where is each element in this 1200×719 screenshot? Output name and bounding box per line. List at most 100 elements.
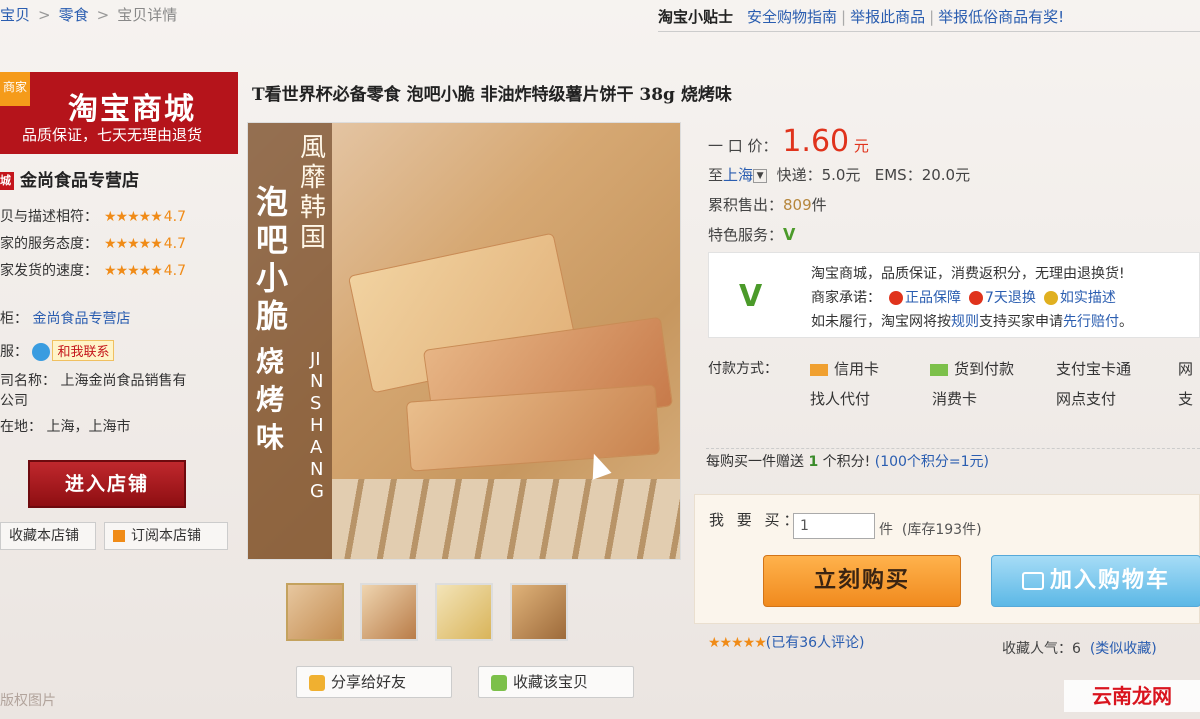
promise-label: 商家承诺： <box>811 290 881 306</box>
mall-badge-icon: 城 <box>0 172 14 190</box>
price-label: 一 口 价： <box>708 137 778 155</box>
breadcrumb-item-detail: 宝贝详情 <box>117 6 178 24</box>
rating-score: 4.7 <box>163 236 187 252</box>
guarantee-box: ᐯ 淘宝商城，品质保证，消费返积分，无理由退换货! 商家承诺： 正品保障 7天退换如… <box>708 252 1200 338</box>
tmall-slogan: 品质保证，七天无理由退货 <box>22 126 203 144</box>
reviews-link[interactable]: (已有36人评论) <box>766 635 865 651</box>
tips-link-report-vulgar[interactable]: 举报低俗商品有奖! <box>938 8 1064 26</box>
pay-other: 支 <box>1178 390 1194 408</box>
rating-service: 家的服务态度： ★★★★★ 4.7 <box>0 233 186 253</box>
rating-stars-icon: ★★★★★ <box>104 236 163 252</box>
describe-icon <box>1043 291 1058 305</box>
pay-cod: 货到付款 <box>930 358 1014 379</box>
rating-shipping: 家发货的速度： ★★★★★ 4.7 <box>0 260 186 280</box>
guarantee-line-2: 商家承诺： 正品保障 7天退换 如实描述 <box>811 287 1116 307</box>
pay-proxy: 找人代付 <box>810 390 871 408</box>
reviews-row: ★★★★★(已有36人评论) <box>708 632 865 652</box>
image-name-text: 泡吧小脆 <box>256 183 289 335</box>
quantity-input[interactable] <box>793 513 875 539</box>
sold-label: 累积售出： <box>708 196 784 214</box>
breadcrumb-separator: > <box>38 6 51 24</box>
favorite-store-button[interactable]: 收藏本店铺 <box>0 522 96 550</box>
add-to-cart-button[interactable]: 加入购物车 <box>991 555 1200 607</box>
rating-score: 4.7 <box>163 209 187 225</box>
guarantee-hands-icon: ᐯ <box>739 279 763 314</box>
product-main-image[interactable]: 風靡韩国 泡吧小脆 烧烤味 JINSHANG <box>247 122 681 560</box>
rating-stars-icon: ★★★★★ <box>104 209 163 225</box>
merchant-ribbon: 商家 <box>0 72 30 106</box>
site-watermark: 云南龙网 <box>1064 680 1200 712</box>
cod-icon <box>930 363 948 376</box>
purchase-box: 我 要 买： 件 (库存193件) 立刻购买 加入购物车 <box>694 494 1200 624</box>
promise-describe[interactable]: 如实描述 <box>1043 290 1116 306</box>
company-row: 司名称： 上海金尚食品销售有 公司 <box>0 370 186 410</box>
product-title: T看世界杯必备零食 泡吧小脆 非油炸特级薯片饼干 38g 烧烤味 <box>252 85 732 105</box>
store-name[interactable]: 城金尚食品专营店 <box>0 166 139 191</box>
shop-link[interactable]: 金尚食品专营店 <box>32 311 130 327</box>
breadcrumb-item-snacks[interactable]: 零食 <box>59 6 89 24</box>
tips-link-safe-shopping[interactable]: 安全购物指南 <box>747 8 837 26</box>
credit-card-icon <box>810 363 828 376</box>
location-label: 在地： <box>0 419 42 435</box>
points-note: (100个积分=1元) <box>874 454 990 470</box>
pay-online: 网 <box>1178 360 1194 378</box>
ship-to-label: 至 <box>708 166 724 184</box>
share-icon <box>309 674 325 691</box>
advance-compensation-link[interactable]: 先行赔付 <box>1063 314 1119 330</box>
pay-alipay-card: 支付宝卡通 <box>1056 360 1132 378</box>
share-label: 分享给好友 <box>331 673 407 691</box>
location-value: 上海，上海市 <box>46 419 131 435</box>
tips-bar: 淘宝小贴士 安全购物指南 | 举报此商品 | 举报低俗商品有奖! <box>658 6 1200 32</box>
thumbnail-4[interactable] <box>510 583 568 641</box>
contact-label: 服： <box>0 344 28 360</box>
service-row: 特色服务：ᐯ <box>708 224 805 245</box>
price-row: 一 口 价： 1.60 元 <box>708 124 869 159</box>
ship-to-select[interactable]: 上海 <box>723 166 753 184</box>
store-panel: 商家 淘宝商城 品质保证，七天无理由退货 城金尚食品专营店 贝与描述相符： ★★★… <box>0 72 238 562</box>
chevron-down-icon[interactable]: ▼ <box>753 168 768 183</box>
price-value: 1.60 <box>782 124 850 159</box>
share-button[interactable]: 分享给好友 <box>296 666 452 698</box>
similar-favorites-link[interactable]: (类似收藏) <box>1090 641 1157 657</box>
shop-label: 柜： <box>0 311 28 327</box>
points-count: 1 <box>808 454 819 470</box>
breadcrumb-separator: > <box>96 6 110 24</box>
fav-count: 6 <box>1072 641 1081 657</box>
quantity-label: 我 要 买： <box>709 511 803 529</box>
promise-genuine[interactable]: 正品保障 <box>889 290 961 306</box>
enter-store-button[interactable]: 进入店铺 <box>28 460 186 508</box>
fav-label: 收藏人气： <box>1002 641 1072 657</box>
bamboo-mat <box>332 479 680 559</box>
thumbnail-2[interactable] <box>360 583 418 641</box>
company-value: 上海金尚食品销售有 <box>60 373 187 389</box>
breadcrumb-item-baobei[interactable]: 宝贝 <box>0 6 30 24</box>
contact-button[interactable]: 和我联系 <box>52 340 115 361</box>
rules-link[interactable]: 规则 <box>951 314 979 330</box>
tips-title: 淘宝小贴士 <box>658 8 734 26</box>
payment-label: 付款方式： <box>708 361 778 377</box>
favorite-item-button[interactable]: 收藏该宝贝 <box>478 666 634 698</box>
thumbnail-3[interactable] <box>435 583 493 641</box>
favorite-label: 收藏该宝贝 <box>513 673 589 691</box>
product-page: 宝贝 > 零食 > 宝贝详情 淘宝小贴士 安全购物指南 | 举报此商品 | 举报低俗商品有奖! 商… <box>0 0 1200 719</box>
tips-link-report-item[interactable]: 举报此商品 <box>850 8 925 26</box>
stock-count: (库存193件) <box>901 522 982 538</box>
wangwang-icon <box>32 343 51 361</box>
subscribe-store-button[interactable]: 订阅本店铺 <box>104 522 228 550</box>
tmall-logo: 淘宝商城 <box>68 92 196 127</box>
rating-label: 贝与描述相符： <box>0 209 98 225</box>
guarantee-hands-icon[interactable]: ᐯ <box>783 225 805 244</box>
promise-7day[interactable]: 7天退换 <box>969 290 1036 306</box>
buy-now-button[interactable]: 立刻购买 <box>763 555 961 607</box>
company-value-cont: 公司 <box>0 393 28 409</box>
quantity-unit: 件 (库存193件) <box>879 522 982 538</box>
favorites-row: 收藏人气：6 (类似收藏) <box>1002 638 1157 658</box>
pay-outlet: 网点支付 <box>1056 390 1117 408</box>
tmall-banner[interactable]: 商家 淘宝商城 品质保证，七天无理由退货 <box>0 72 238 154</box>
ems-fee: EMS：20.0元 <box>874 166 971 184</box>
rating-stars-icon: ★★★★★ <box>104 263 163 279</box>
cart-icon <box>1021 572 1044 590</box>
copyright-watermark: 版权图片 <box>0 693 56 709</box>
genuine-icon <box>889 291 903 305</box>
thumbnail-1[interactable] <box>286 583 344 641</box>
